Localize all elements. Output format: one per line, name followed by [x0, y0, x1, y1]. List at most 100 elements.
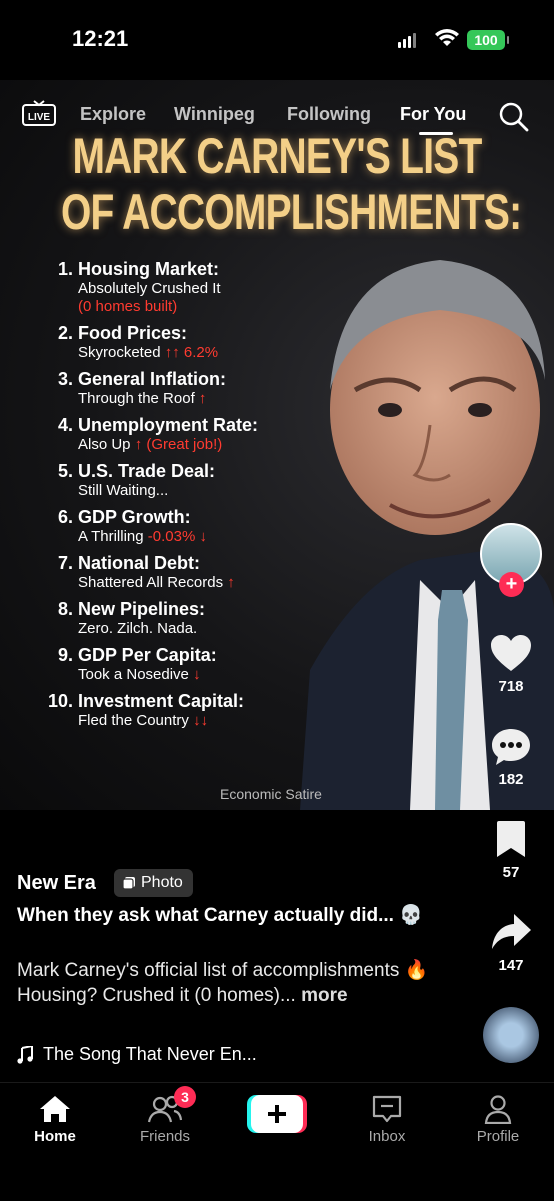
item-extra: (0 homes built)	[78, 298, 178, 315]
item-subtitle: Skyrocketed ↑↑ 6.2%	[78, 344, 340, 362]
share-icon[interactable]	[490, 912, 532, 952]
tab-following[interactable]: Following	[287, 104, 371, 125]
item-subtitle: Shattered All Records ↑	[78, 574, 340, 592]
tab-winnipeg[interactable]: Winnipeg	[174, 104, 255, 125]
item-title: GDP Per Capita:	[78, 645, 217, 665]
bookmark-icon[interactable]	[496, 820, 526, 858]
item-subtitle-text: Through the Roof	[78, 390, 199, 407]
item-number: 7.	[57, 553, 73, 573]
wifi-icon	[435, 29, 459, 46]
list-item: 6. GDP Growth: A Thrilling -0.03% ↓	[40, 506, 340, 546]
item-subtitle: Fled the Country ↓↓	[78, 712, 340, 730]
item-subtitle-text: Shattered All Records	[78, 574, 228, 591]
item-subtitle-text: Took a Nosedive	[78, 666, 194, 683]
list-item: 4. Unemployment Rate: Also Up ↑ (Great job…	[40, 414, 340, 454]
music-title: The Song That Never En...	[43, 1044, 257, 1064]
list-item: 2. Food Prices: Skyrocketed ↑↑ 6.2%	[40, 322, 340, 362]
follow-button[interactable]: +	[499, 572, 524, 597]
caption-desc-line-2: Housing? Crushed it (0 homes)...	[17, 985, 302, 1006]
photo-badge-label: Photo	[141, 874, 183, 891]
item-title: U.S. Trade Deal:	[78, 461, 216, 481]
item-title: General Inflation:	[78, 369, 227, 389]
inbox-icon	[372, 1095, 402, 1123]
list-item: 1. Housing Market: Absolutely Crushed It (0…	[40, 258, 340, 316]
item-number: 2.	[57, 323, 73, 343]
item-number: 10.	[47, 691, 73, 711]
item-number: 9.	[57, 645, 73, 665]
cellular-signal-icon	[398, 33, 416, 48]
music-note-icon	[17, 1045, 33, 1064]
username[interactable]: New Era	[17, 872, 96, 895]
caption-description[interactable]: Mark Carney's official list of accomplis…	[17, 958, 437, 1008]
item-red-text: ↓	[193, 666, 201, 683]
caption-title: When they ask what Carney actually did..…	[17, 905, 423, 926]
like-count: 718	[498, 678, 524, 695]
caption-desc-line: Mark Carney's official list of accomplis…	[17, 960, 429, 981]
item-subtitle: Absolutely Crushed It	[78, 280, 340, 298]
share-count: 147	[498, 957, 524, 974]
item-subtitle: A Thrilling -0.03% ↓	[78, 528, 340, 546]
create-button[interactable]	[247, 1095, 307, 1133]
item-subtitle: Took a Nosedive ↓	[78, 666, 340, 684]
home-icon	[40, 1096, 70, 1122]
item-red-text: ↑	[227, 574, 235, 591]
more-link[interactable]: more	[301, 985, 347, 1006]
list-item: 5. U.S. Trade Deal: Still Waiting...	[40, 460, 340, 500]
item-red-text: ↓↓	[193, 712, 209, 729]
battery-indicator: 100	[467, 30, 509, 50]
tab-for-you[interactable]: For You	[400, 104, 466, 125]
accomplishments-list: 1. Housing Market: Absolutely Crushed It (0…	[40, 258, 340, 736]
item-number: 5.	[57, 461, 73, 481]
list-item: 7. National Debt: Shattered All Records ↑	[40, 552, 340, 592]
profile-icon	[484, 1095, 512, 1124]
music-track[interactable]: The Song That Never En...	[17, 1044, 257, 1065]
item-title: GDP Growth:	[78, 507, 191, 527]
photo-icon	[122, 877, 135, 890]
item-number: 6.	[57, 507, 73, 527]
item-title: New Pipelines:	[78, 599, 206, 619]
heart-icon[interactable]	[490, 634, 532, 672]
tab-inbox-label: Inbox	[368, 1128, 406, 1145]
item-subtitle-text: A Thrilling	[78, 528, 148, 545]
tab-home[interactable]: Home	[15, 1094, 95, 1145]
item-subtitle-text: Fled the Country	[78, 712, 194, 729]
item-title: Food Prices:	[78, 323, 188, 343]
item-red-text: ↑	[198, 390, 207, 407]
music-disc[interactable]	[483, 1007, 539, 1063]
tab-inbox[interactable]: Inbox	[347, 1094, 427, 1145]
item-subtitle-text: Zero. Zilch. Nada.	[78, 620, 198, 637]
item-title: National Debt:	[78, 553, 201, 573]
item-number: 4.	[57, 415, 73, 435]
item-subtitle: Zero. Zilch. Nada.	[78, 620, 340, 638]
list-item: 10. Investment Capital: Fled the Country ↓…	[40, 690, 340, 730]
headline-line-2: OF ACCOMPLISHMENTS:	[60, 184, 522, 240]
photo-badge: Photo	[114, 869, 193, 897]
item-red-text: -0.03% ↓	[147, 528, 207, 545]
live-icon[interactable]: LIVE	[22, 100, 56, 126]
save-count: 57	[502, 864, 520, 881]
item-title: Unemployment Rate:	[78, 415, 259, 435]
item-subtitle-text: Also Up	[78, 436, 135, 453]
live-label: LIVE	[28, 112, 51, 123]
item-subtitle: Also Up ↑ (Great job!)	[78, 436, 340, 454]
item-title: Investment Capital:	[78, 691, 245, 711]
item-subtitle-text: Skyrocketed	[78, 344, 165, 361]
item-subtitle: Through the Roof ↑	[78, 390, 340, 408]
tab-explore[interactable]: Explore	[80, 104, 146, 125]
item-red-text: ↑ (Great job!)	[134, 436, 223, 453]
headline-line-1: MARK CARNEY'S LIST	[72, 128, 482, 184]
friends-notification-badge: 3	[174, 1086, 196, 1108]
tab-profile[interactable]: Profile	[458, 1094, 538, 1145]
tab-friends-label: Friends	[139, 1128, 191, 1145]
comment-icon[interactable]	[490, 727, 532, 767]
item-number: 3.	[57, 369, 73, 389]
item-title: Housing Market:	[78, 259, 220, 279]
search-icon[interactable]	[498, 101, 530, 133]
list-item: 9. GDP Per Capita: Took a Nosedive ↓	[40, 644, 340, 684]
item-number: 8.	[57, 599, 73, 619]
comment-count: 182	[498, 771, 524, 788]
active-tab-indicator	[419, 132, 453, 135]
tab-profile-label: Profile	[476, 1128, 520, 1145]
status-time: 12:21	[72, 26, 129, 51]
list-item: 3. General Inflation: Through the Roof ↑	[40, 368, 340, 408]
